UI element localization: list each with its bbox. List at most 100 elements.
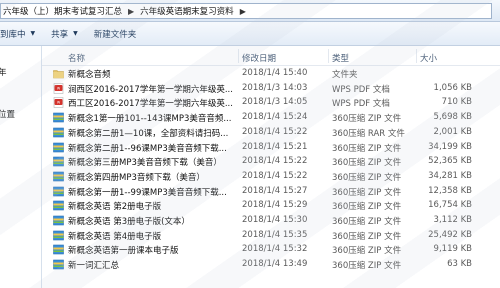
file-type: 360压缩 ZIP 文件 <box>332 187 402 198</box>
file-name: 新概念英语 第2册电子版 <box>68 202 162 213</box>
file-name: 新概念1第一册101--143课MP3美音音频... <box>68 114 232 125</box>
file-type: 360压缩 ZIP 文件 <box>332 172 402 183</box>
file-type: WPS PDF 文档 <box>332 84 390 95</box>
pdf-icon: W <box>53 97 64 109</box>
file-modified-date: 2018/1/3 14:03 <box>242 82 308 93</box>
file-size: 5,698 KB <box>433 112 472 123</box>
file-name: 新概念第一册1--99课MP3美音音频下载... <box>68 187 227 198</box>
file-size: 63 KB <box>447 259 472 270</box>
zip-icon <box>53 244 64 255</box>
file-modified-date: 2018/1/4 15:22 <box>242 170 308 181</box>
file-modified-date: 2018/1/4 15:27 <box>242 185 308 196</box>
file-size: 12,358 KB <box>428 185 472 196</box>
column-divider[interactable] <box>416 49 417 63</box>
zip-icon <box>53 156 64 167</box>
new-folder-button[interactable]: 新建文件夹 <box>86 22 145 46</box>
breadcrumb-separator-icon[interactable]: ▶ <box>240 7 246 16</box>
breadcrumb-separator-icon[interactable]: ▶ <box>128 7 134 16</box>
pdf-icon: W <box>53 82 64 94</box>
file-modified-date: 2018/1/4 15:29 <box>242 200 308 211</box>
nav-item-location[interactable]: 位置 <box>0 108 15 120</box>
chevron-down-icon: ▼ <box>30 30 36 37</box>
file-row[interactable]: 新一词汇汇总 2018/1/4 13:49 360压缩 ZIP 文件 63 KB <box>42 258 500 272</box>
file-size: 34,281 KB <box>428 170 472 181</box>
navigation-pane: 年 位置 <box>0 46 42 288</box>
file-row[interactable]: 新概念1第一册101--143课MP3美音音频... 2018/1/4 15:24… <box>42 111 500 125</box>
file-row[interactable]: 新概念第二册1--96课MP3美音音频下载... 2018/1/4 15:21 36… <box>42 141 500 155</box>
breadcrumb-current[interactable]: 六年级英语期末复习资料 <box>140 5 234 17</box>
file-modified-date: 2018/1/3 14:05 <box>242 97 308 108</box>
file-modified-date: 2018/1/4 15:40 <box>242 68 308 78</box>
file-row[interactable]: 新概念英语 第4册电子版 2018/1/4 15:35 360压缩 ZIP 文件 25… <box>42 229 500 243</box>
zip-icon <box>53 186 64 197</box>
file-name: 新概念英语 第3册电子版(文本） <box>68 217 190 227</box>
file-type: WPS PDF 文档 <box>332 99 390 110</box>
file-type: 360压缩 ZIP 文件 <box>332 114 402 125</box>
file-name: 新概念第二册1--96课MP3美音音频下载... <box>68 143 227 154</box>
file-row[interactable]: 新概念音频 2018/1/4 15:40 文件夹 <box>42 67 500 81</box>
zip-icon <box>53 215 64 226</box>
toolbar: 到库中 ▼ 共享 ▼ 新建文件夹 <box>0 22 500 46</box>
file-size: 16,754 KB <box>428 200 472 211</box>
column-date[interactable]: 修改日期 <box>242 52 276 64</box>
file-modified-date: 2018/1/4 13:49 <box>242 259 308 270</box>
file-row[interactable]: 新概念英语第一册课本电子版 2018/1/4 15:32 360压缩 ZIP 文件 9… <box>42 243 500 257</box>
file-row[interactable]: 新概念英语 第2册电子版 2018/1/4 15:29 360压缩 ZIP 文件 16… <box>42 199 500 213</box>
zip-icon <box>53 171 64 182</box>
file-row[interactable]: 新概念英语 第3册电子版(文本） 2018/1/4 15:30 360压缩 ZIP … <box>42 214 500 228</box>
breadcrumb-parent[interactable]: 六年级（上）期末考试复习汇总 <box>3 5 122 17</box>
share-label: 共享 <box>51 29 69 40</box>
zip-icon <box>53 112 64 123</box>
file-modified-date: 2018/1/4 15:32 <box>242 244 308 255</box>
new-folder-label: 新建文件夹 <box>93 29 137 40</box>
file-modified-date: 2018/1/4 15:30 <box>242 215 308 225</box>
zip-icon <box>53 259 64 270</box>
file-size: 52,365 KB <box>428 156 472 167</box>
share-button[interactable]: 共享 ▼ <box>43 22 86 46</box>
file-row[interactable]: 新概念第四册MP3音频下载（美音） 2018/1/4 15:22 360压缩 ZIP… <box>42 170 500 184</box>
file-row[interactable]: 新概念第一册1--99课MP3美音音频下载... 2018/1/4 15:27 36… <box>42 185 500 199</box>
file-row[interactable]: W 涧西区2016-2017学年第一学期六年级英... 2018/1/3 14:03… <box>42 82 500 96</box>
zip-icon <box>53 230 64 241</box>
file-type: 360压缩 ZIP 文件 <box>332 202 402 213</box>
file-modified-date: 2018/1/4 15:35 <box>242 229 308 240</box>
address-bar: 六年级（上）期末考试复习汇总 ▶ 六年级英语期末复习资料 ▶ <box>0 0 500 22</box>
file-name: 新概念第二册1—10课，全部资料请扫码... <box>68 128 229 139</box>
file-size: 710 KB <box>441 97 472 108</box>
file-size: 34,199 KB <box>428 141 472 152</box>
file-modified-date: 2018/1/4 15:21 <box>242 141 308 152</box>
file-name: 新概念第四册MP3音频下载（美音） <box>68 172 205 183</box>
address-field[interactable]: 六年级（上）期末考试复习汇总 ▶ 六年级英语期末复习资料 ▶ <box>0 3 492 19</box>
file-type: 360压缩 ZIP 文件 <box>332 246 402 257</box>
file-name: 新一词汇汇总 <box>68 261 120 272</box>
file-size: 3,112 KB <box>433 215 472 225</box>
file-row[interactable]: 新概念第二册1—10课，全部资料请扫码... 2018/1/4 15:22 360压… <box>42 126 500 140</box>
file-name: 涧西区2016-2017学年第一学期六年级英... <box>68 84 233 95</box>
folder-icon <box>53 68 64 79</box>
file-size: 9,119 KB <box>433 244 472 255</box>
column-divider[interactable] <box>238 49 239 63</box>
zip-icon <box>53 127 64 138</box>
file-type: 文件夹 <box>332 70 358 80</box>
file-name: 新概念英语 第4册电子版 <box>68 231 162 242</box>
file-size: 25,492 KB <box>428 229 472 240</box>
file-type: 360压缩 ZIP 文件 <box>332 217 402 227</box>
file-name: 新概念英语第一册课本电子版 <box>68 246 179 257</box>
file-name: 新概念音频 <box>68 70 111 80</box>
zip-icon <box>53 200 64 211</box>
add-to-library-label: 到库中 <box>0 29 26 40</box>
file-type: 360压缩 ZIP 文件 <box>332 231 402 242</box>
file-row[interactable]: W 西工区2016-2017学年第一学期六年级英... 2018/1/3 14:05… <box>42 96 500 110</box>
column-size[interactable]: 大小 <box>420 52 437 64</box>
column-type[interactable]: 类型 <box>332 52 349 64</box>
file-size: 2,001 KB <box>433 126 472 137</box>
file-type: 360压缩 ZIP 文件 <box>332 261 402 272</box>
add-to-library-button[interactable]: 到库中 ▼ <box>0 22 43 46</box>
file-name: 新概念第三册MP3美音音频下载（美音） <box>68 158 222 169</box>
nav-item-partial[interactable]: 年 <box>0 66 7 78</box>
column-header: 名称 修改日期 类型 大小 <box>42 46 500 66</box>
column-divider[interactable] <box>328 49 329 63</box>
file-modified-date: 2018/1/4 15:24 <box>242 112 308 123</box>
column-name[interactable]: 名称 <box>68 52 85 64</box>
file-row[interactable]: 新概念第三册MP3美音音频下载（美音） 2018/1/4 15:22 360压缩 Z… <box>42 155 500 169</box>
